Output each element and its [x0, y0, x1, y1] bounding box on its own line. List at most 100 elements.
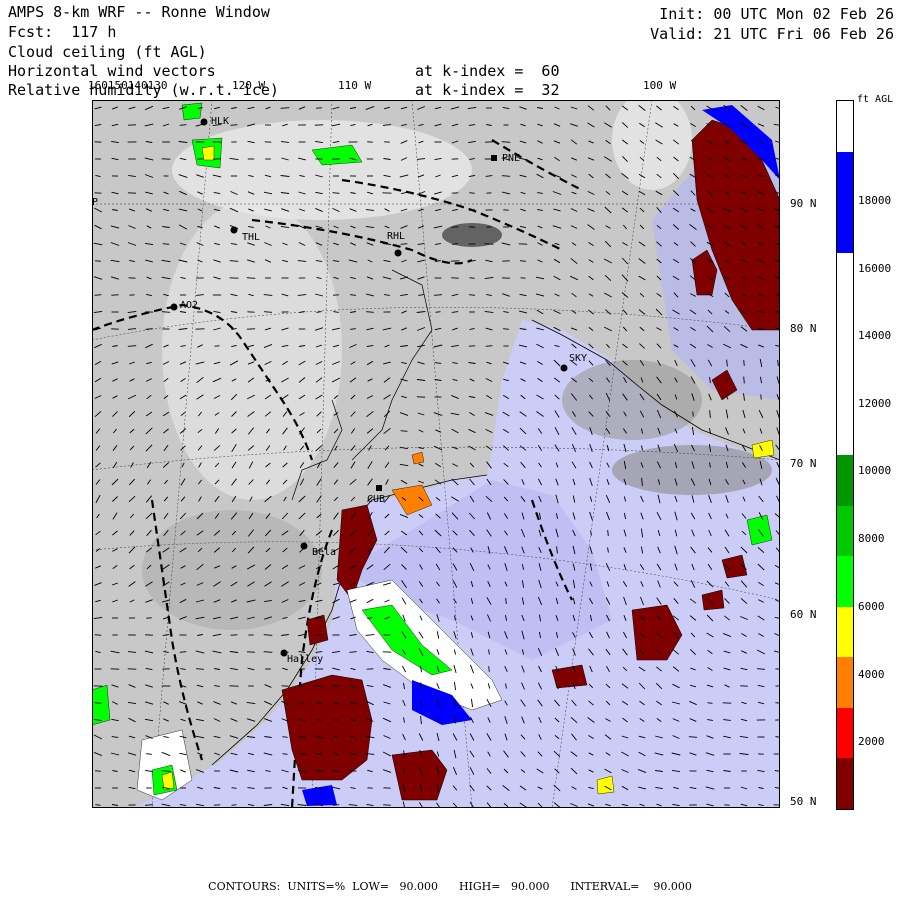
contour-info-footer: CONTOURS: UNITS=% LOW= 90.000 HIGH= 90.0…: [208, 880, 692, 893]
wind-vector: [501, 175, 511, 177]
field-cloud-ceiling: Cloud ceiling (ft AGL): [8, 43, 207, 61]
wind-vector: [349, 651, 357, 653]
wind-vector: [229, 260, 239, 262]
wind-vector: [420, 682, 422, 690]
wind-vector: [179, 651, 187, 653]
init-time: Init: 00 UTC Mon 02 Feb 26: [659, 5, 894, 23]
wind-vector: [743, 376, 745, 384]
wind-vector: [94, 702, 102, 704]
station-dot-hlk: [200, 118, 208, 126]
colorbar-segment: [837, 505, 853, 557]
wind-vector: [231, 787, 237, 789]
wind-vector: [315, 685, 323, 687]
wind-vector: [196, 668, 204, 670]
colorbar-tick-label: 14000: [858, 329, 892, 342]
wind-vector: [468, 294, 476, 296]
station-label-pne: PNE: [502, 153, 521, 164]
colorbar-segment: [837, 252, 853, 304]
lon-label-100w: 100 W: [643, 79, 677, 92]
wind-vector: [332, 685, 340, 687]
valid-time: Valid: 21 UTC Fri 06 Feb 26: [650, 25, 894, 43]
colorbar-tick-label: 4000: [858, 668, 885, 681]
station-label-ao2: AO2: [180, 300, 199, 311]
mountain-shade: [562, 360, 702, 440]
station-label-pole: P: [92, 197, 99, 208]
station-dot-thl: [230, 226, 238, 234]
wind-vector: [349, 294, 357, 296]
wind-vector: [756, 668, 766, 670]
station-dot-sky: [560, 364, 568, 372]
colorbar-tick-label: 16000: [858, 262, 892, 275]
wind-vector: [488, 666, 490, 672]
wind-vector: [162, 243, 170, 245]
wind-vector: [505, 598, 507, 604]
colorbar-tick-label: 2000: [858, 735, 885, 748]
wind-vector: [144, 804, 154, 806]
wind-vector: [607, 529, 609, 537]
mountain-shade: [172, 120, 472, 220]
wind-vector: [469, 277, 475, 279]
ceiling-patch: [201, 145, 215, 161]
station-label-rhl: RHL: [387, 231, 406, 242]
colorbar-tick-label: 6000: [858, 600, 885, 613]
k-index-rh: at k-index = 32: [415, 81, 560, 99]
wind-vector: [95, 804, 101, 806]
colorbar-segment: [837, 707, 853, 759]
colorbar-segment: [837, 556, 853, 607]
wind-vector: [451, 226, 459, 228]
wind-vector: [179, 124, 187, 126]
wind-vector: [231, 804, 237, 806]
station-label-thl: THL: [242, 232, 261, 243]
wind-vector: [246, 277, 256, 279]
colorbar-segment: [837, 353, 853, 405]
wind-vector: [127, 345, 137, 347]
mountain-shade: [612, 445, 772, 495]
station-label-sky: SKY: [569, 353, 588, 364]
wind-vector: [400, 243, 408, 245]
wind-vector: [332, 804, 340, 806]
station-dot-pne: [491, 155, 497, 161]
ceiling-patch: [92, 684, 111, 726]
colorbar: [836, 100, 854, 810]
station-label-hlk: HLK: [211, 116, 230, 127]
wind-vector: [161, 311, 171, 313]
lon-label-160-130: 160150140130: [88, 79, 168, 92]
ceiling-patch: [181, 102, 203, 121]
wind-vector: [282, 736, 288, 738]
wind-vector: [743, 360, 745, 366]
station-dot-ao2: [170, 303, 178, 311]
wind-vector: [280, 107, 290, 109]
wind-vector: [350, 328, 356, 330]
wind-vector: [403, 750, 405, 758]
colorbar-segment: [837, 404, 853, 455]
wind-vector: [314, 617, 324, 619]
wind-vector: [433, 294, 443, 296]
lon-label-120w: 120 W: [232, 79, 266, 92]
ceiling-patch: [306, 614, 329, 646]
lat-label-80n: 80 N: [790, 322, 817, 335]
wind-vector: [501, 141, 511, 143]
wind-vector: [366, 311, 374, 313]
wind-vector: [688, 736, 698, 738]
weather-map: [92, 100, 780, 808]
wind-vector: [263, 651, 273, 653]
wind-vector: [230, 124, 238, 126]
k-index-wind: at k-index = 60: [415, 62, 560, 80]
wind-vector: [94, 634, 102, 636]
colorbar-tick-label: 18000: [858, 194, 892, 207]
colorbar-segment: [837, 151, 853, 203]
wind-vector: [95, 770, 101, 772]
wind-vector: [519, 260, 527, 262]
station-dot-cub: [376, 485, 382, 491]
wind-vector: [263, 311, 273, 313]
station-label-cub: CUB: [367, 494, 386, 505]
wind-vector: [94, 294, 102, 296]
station-label-halley: Halley: [287, 654, 324, 665]
lat-label-60n: 60 N: [790, 608, 817, 621]
station-label-bela: Bela: [312, 547, 337, 558]
field-wind-vectors: Horizontal wind vectors: [8, 62, 216, 80]
colorbar-tick-label: 8000: [858, 532, 885, 545]
wind-vector: [503, 328, 509, 330]
colorbar-segment: [837, 758, 853, 809]
wind-vector: [314, 634, 324, 636]
